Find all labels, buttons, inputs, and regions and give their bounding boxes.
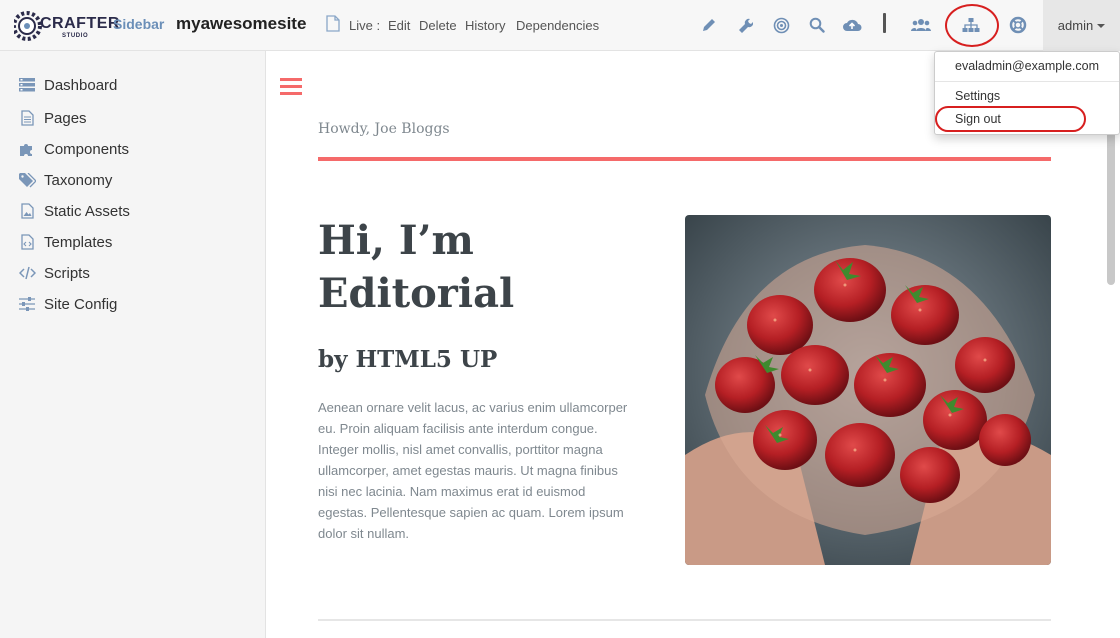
edit-link[interactable]: Edit bbox=[388, 18, 410, 33]
scrollbar[interactable] bbox=[1107, 120, 1115, 285]
greeting-text: Howdy, Joe Bloggs bbox=[318, 121, 450, 137]
sidebar-item-label: Site Config bbox=[44, 295, 118, 313]
user-name: admin bbox=[1057, 18, 1094, 33]
sidebar-item-label: Pages bbox=[44, 109, 87, 127]
tags-icon bbox=[18, 171, 36, 189]
logo-text: CRAFTER bbox=[40, 15, 120, 32]
chevron-down-icon bbox=[1097, 23, 1106, 28]
sidebar-item-static-assets[interactable]: Static Assets bbox=[18, 200, 130, 222]
sidebar-item-label: Components bbox=[44, 140, 130, 158]
user-email: evaladmin@example.com bbox=[955, 59, 1100, 73]
search-icon[interactable] bbox=[807, 14, 827, 36]
sidebar-item-taxonomy[interactable]: Taxonomy bbox=[18, 169, 112, 191]
dashboard-icon bbox=[18, 76, 36, 94]
delete-link[interactable]: Delete bbox=[419, 18, 457, 33]
sidebar-item-scripts[interactable]: Scripts bbox=[18, 262, 90, 284]
crafter-logo[interactable]: CRAFTER STUDIO bbox=[14, 6, 119, 46]
strawberries-image bbox=[685, 215, 1051, 565]
code-icon bbox=[18, 264, 36, 282]
sidebar-item-pages[interactable]: Pages bbox=[18, 107, 87, 129]
sliders-icon bbox=[18, 295, 36, 313]
sidebar-item-label: Scripts bbox=[44, 264, 90, 282]
header-divider bbox=[318, 157, 1051, 161]
hero-title: Hi, I’m Editorial bbox=[318, 214, 638, 320]
top-bar: CRAFTER STUDIO Sidebar myawesomesite Liv… bbox=[0, 0, 1120, 51]
sidebar-item-label: Dashboard bbox=[44, 76, 118, 94]
lifebuoy-icon[interactable] bbox=[1008, 14, 1028, 36]
toolbar-divider bbox=[883, 13, 886, 33]
puzzle-icon bbox=[18, 140, 36, 158]
page-icon bbox=[18, 109, 36, 127]
target-icon[interactable] bbox=[771, 14, 791, 36]
sidebar-item-label: Static Assets bbox=[44, 202, 130, 220]
sitemap-highlight-ring bbox=[945, 4, 999, 47]
hero-subtitle: by HTML5 UP bbox=[318, 346, 498, 373]
image-file-icon bbox=[18, 202, 36, 220]
sidebar-item-components[interactable]: Components bbox=[18, 138, 129, 160]
hamburger-menu-icon[interactable] bbox=[280, 78, 302, 101]
hero-title-line: Editorial bbox=[318, 270, 515, 317]
settings-menu-item[interactable]: Settings bbox=[955, 89, 1000, 103]
page-icon bbox=[326, 15, 340, 37]
code-file-icon bbox=[18, 233, 36, 251]
dependencies-link[interactable]: Dependencies bbox=[516, 18, 599, 33]
history-link[interactable]: History bbox=[465, 18, 505, 33]
pencil-icon[interactable] bbox=[699, 14, 719, 36]
sidebar-item-templates[interactable]: Templates bbox=[18, 231, 112, 253]
section-divider bbox=[318, 619, 1051, 621]
sidebar-item-dashboard[interactable]: Dashboard bbox=[18, 74, 117, 96]
menu-divider bbox=[935, 81, 1119, 82]
site-name[interactable]: myawesomesite bbox=[176, 14, 306, 34]
logo-subtext: STUDIO bbox=[62, 33, 89, 39]
live-label: Live : bbox=[349, 18, 381, 33]
user-menu-button[interactable]: admin bbox=[1043, 0, 1120, 51]
wrench-icon[interactable] bbox=[735, 14, 755, 36]
sidebar-item-label: Taxonomy bbox=[44, 171, 113, 189]
sidebar-item-label: Templates bbox=[44, 233, 113, 251]
hero-title-line: Hi, I’m bbox=[318, 217, 474, 264]
users-icon[interactable] bbox=[911, 14, 931, 36]
hero-body-text: Aenean ornare velit lacus, ac varius eni… bbox=[318, 400, 628, 541]
sidebar-item-site-config[interactable]: Site Config bbox=[18, 293, 117, 315]
sign-out-highlight-ring bbox=[935, 106, 1086, 132]
cloud-upload-icon[interactable] bbox=[842, 14, 862, 36]
sidebar-toggle-link[interactable]: Sidebar bbox=[113, 16, 164, 32]
